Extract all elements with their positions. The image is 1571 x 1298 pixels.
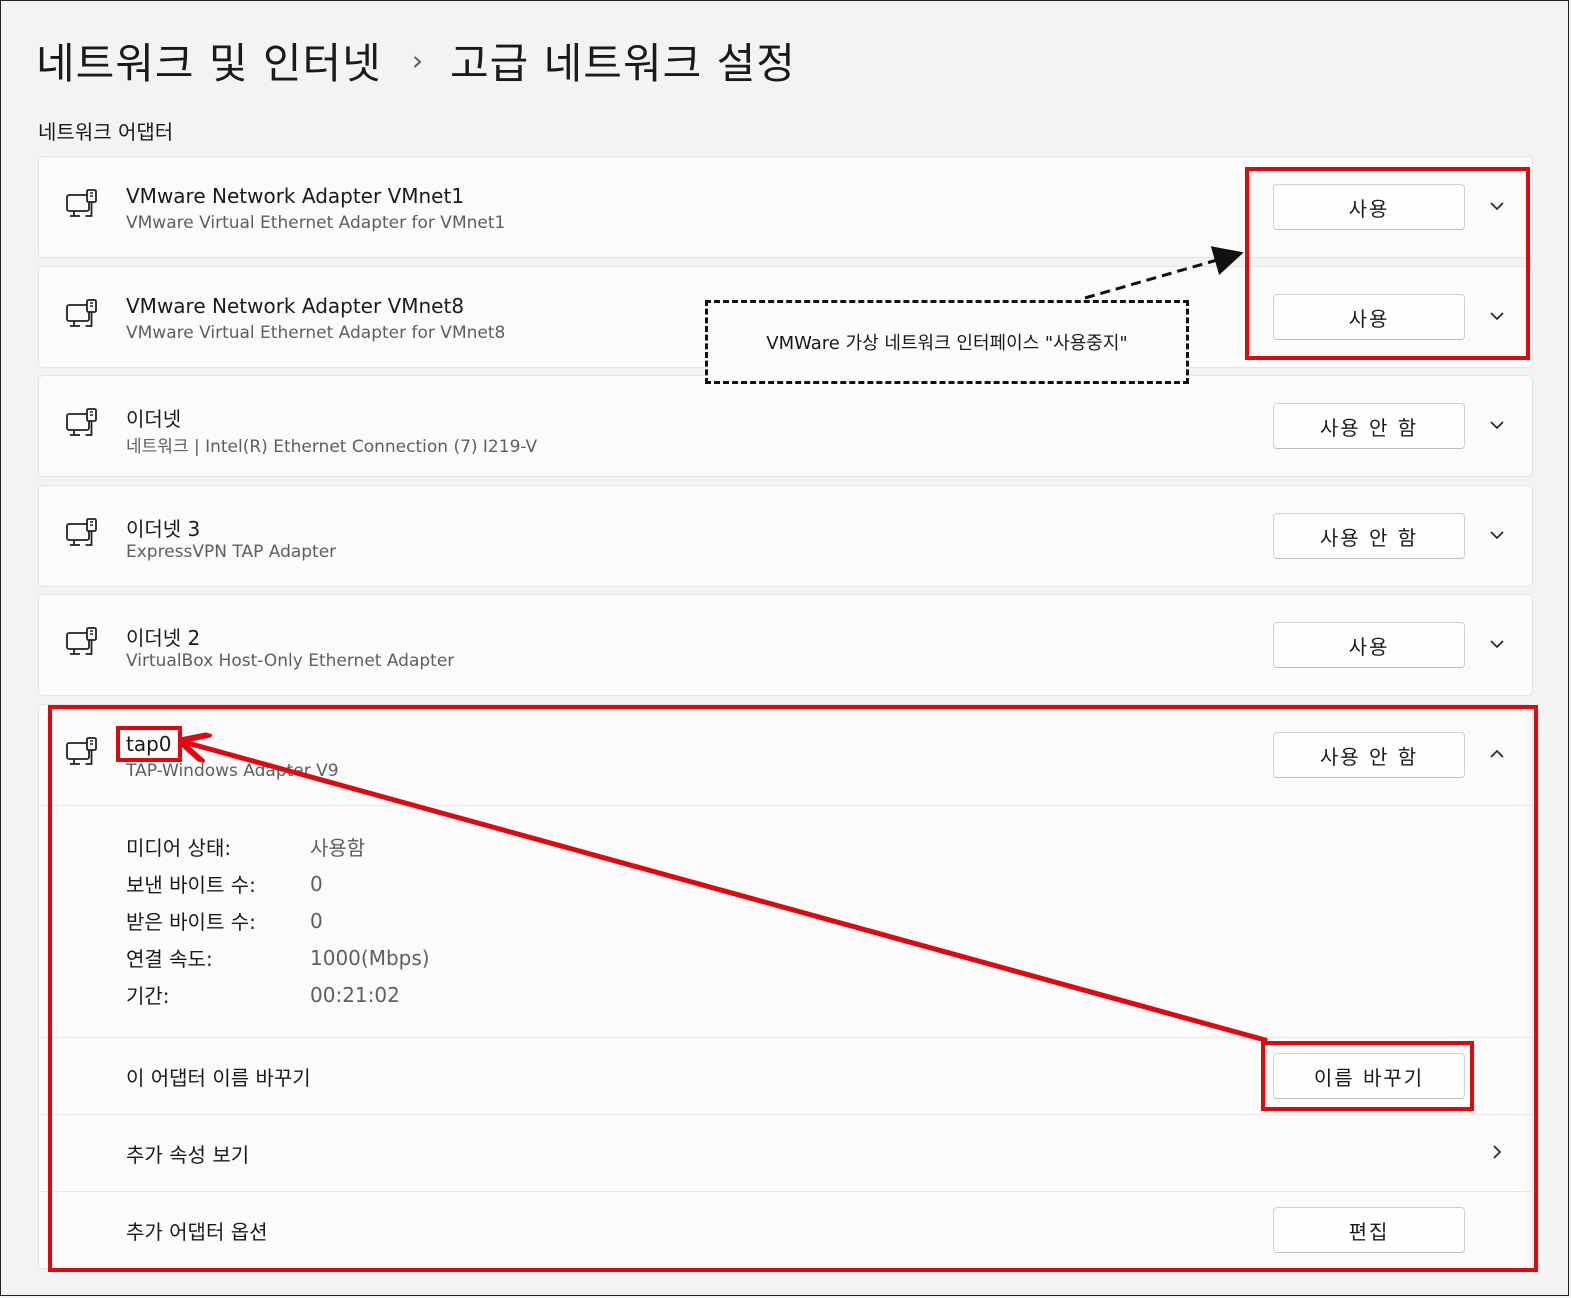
page-title: 고급 네트워크 설정 [450,38,796,88]
breadcrumb-parent[interactable]: 네트워크 및 인터넷 [36,30,382,91]
adapter-description: VMware Virtual Ethernet Adapter for VMne… [126,213,506,233]
adapter-description: VirtualBox Host-Only Ethernet Adapter [126,651,455,671]
breadcrumb-separator-icon: › [411,43,425,77]
adapter-card-vmnet1[interactable]: VMware Network Adapter VMnet1 VMware Vir… [38,156,1533,258]
detail-value: 사용함 [310,836,366,860]
rename-row: 이 어댑터 이름 바꾸기 이름 바꾸기 [39,1037,1532,1114]
rename-button[interactable]: 이름 바꾸기 [1273,1053,1465,1099]
detail-label: 기간: [126,984,170,1008]
detail-row: 보낸 바이트 수: 0 [126,865,1532,902]
network-adapter-icon [66,408,97,436]
adapter-description: 네트워크 | Intel(R) Ethernet Connection (7) … [126,437,538,457]
detail-label: 연결 속도: [126,947,213,971]
disable-button[interactable]: 사용 안 함 [1273,732,1465,778]
adapter-name: VMware Network Adapter VMnet8 [126,294,465,318]
adapter-description: TAP-Windows Adapter V9 [126,761,339,781]
enable-button[interactable]: 사용 [1273,294,1465,340]
chevron-down-icon[interactable] [1486,524,1508,546]
network-adapter-icon [66,189,97,217]
adapter-options-row: 추가 어댑터 옵션 편집 [39,1191,1532,1268]
adapter-card-tap0[interactable]: tap0 TAP-Windows Adapter V9 사용 안 함 미디어 상… [38,704,1533,1269]
network-adapter-icon [66,518,97,546]
chevron-down-icon[interactable] [1486,633,1508,655]
detail-row: 연결 속도: 1000(Mbps) [126,939,1532,976]
adapter-name: VMware Network Adapter VMnet1 [126,184,465,208]
adapter-card-ethernet-3[interactable]: 이더넷 3 ExpressVPN TAP Adapter 사용 안 함 [38,485,1533,587]
detail-row: 미디어 상태: 사용함 [126,828,1532,865]
adapter-card-ethernet[interactable]: 이더넷 네트워크 | Intel(R) Ethernet Connection … [38,375,1533,477]
chevron-down-icon[interactable] [1486,195,1508,217]
enable-button[interactable]: 사용 [1273,184,1465,230]
adapter-name: 이더넷 2 [126,626,201,650]
more-properties-label: 추가 속성 보기 [126,1143,250,1167]
detail-row: 받은 바이트 수: 0 [126,902,1532,939]
network-adapter-icon [66,627,97,655]
adapter-name: 이더넷 3 [126,517,201,541]
edit-button[interactable]: 편집 [1273,1207,1465,1253]
network-adapter-icon [66,737,97,765]
adapter-name: 이더넷 [126,407,182,431]
chevron-down-icon[interactable] [1486,305,1508,327]
detail-label: 받은 바이트 수: [126,910,256,934]
detail-value: 0 [310,871,323,896]
enable-button[interactable]: 사용 [1273,622,1465,668]
detail-label: 미디어 상태: [126,836,232,860]
section-title: 네트워크 어댑터 [38,120,174,144]
annotation-callout: VMWare 가상 네트워크 인터페이스 "사용중지" [705,300,1189,384]
chevron-down-icon[interactable] [1486,414,1508,436]
adapter-details: 미디어 상태: 사용함 보낸 바이트 수: 0 받은 바이트 수: 0 연결 속도: 1… [39,805,1532,1037]
chevron-up-icon[interactable] [1486,743,1508,765]
more-properties-row[interactable]: 추가 속성 보기 [39,1114,1532,1191]
disable-button[interactable]: 사용 안 함 [1273,403,1465,449]
detail-value: 0 [310,908,323,933]
detail-value: 00:21:02 [310,982,400,1007]
adapter-description: ExpressVPN TAP Adapter [126,542,337,562]
adapter-card-ethernet-2[interactable]: 이더넷 2 VirtualBox Host-Only Ethernet Adap… [38,594,1533,696]
adapter-name: tap0 [126,732,172,756]
breadcrumb: 네트워크 및 인터넷 › 고급 네트워크 설정 [36,30,796,90]
network-adapter-icon [66,299,97,327]
detail-label: 보낸 바이트 수: [126,873,256,897]
rename-label: 이 어댑터 이름 바꾸기 [126,1066,311,1090]
chevron-right-icon[interactable] [1486,1141,1508,1163]
detail-row: 기간: 00:21:02 [126,976,1532,1013]
adapter-description: VMware Virtual Ethernet Adapter for VMne… [126,323,506,343]
adapter-options-label: 추가 어댑터 옵션 [126,1220,268,1244]
disable-button[interactable]: 사용 안 함 [1273,513,1465,559]
detail-value: 1000(Mbps) [310,945,430,970]
